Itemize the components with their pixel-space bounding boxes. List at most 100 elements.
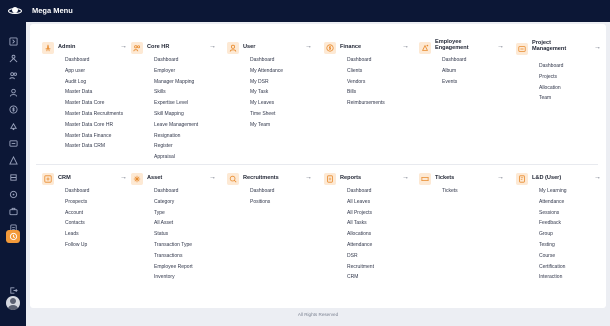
menu-item[interactable]: Sessions [539,210,567,221]
menu-item[interactable]: My Attendance [250,68,283,79]
menu-item[interactable]: App user [65,68,123,79]
arrow-right-icon[interactable]: → [209,43,216,51]
menu-item[interactable]: Master Data CRM [65,143,123,154]
menu-item[interactable]: Attendance [347,242,374,253]
menu-header-project-management[interactable]: Project Management → [512,40,603,57]
menu-item[interactable]: Type [154,210,193,221]
asset-icon[interactable] [6,171,20,184]
menu-item[interactable]: Transaction Type [154,242,193,253]
menu-item[interactable]: Employee Report [154,264,193,275]
menu-item[interactable]: Dashboard [539,63,563,74]
menu-item[interactable]: Allocations [347,231,374,242]
menu-item[interactable]: Team [539,95,563,106]
user-icon[interactable] [6,86,20,99]
arrow-right-icon[interactable]: → [402,43,409,51]
menu-item[interactable]: Album [442,68,466,79]
menu-item[interactable]: Contacts [65,220,89,231]
expand-icon[interactable] [6,35,20,48]
crm-icon[interactable] [6,154,20,167]
menu-item[interactable]: Clients [347,68,385,79]
arrow-right-icon[interactable]: → [120,43,127,51]
menu-item[interactable]: Leave Management [154,122,198,133]
menu-item[interactable]: All Leaves [347,199,374,210]
arrow-right-icon[interactable]: → [305,174,312,182]
menu-header-employee-engagement[interactable]: Employee Engagement → [415,39,506,56]
arrow-right-icon[interactable]: → [497,43,504,51]
menu-item[interactable]: Employer [154,68,198,79]
briefcase-icon[interactable] [6,205,20,218]
menu-header-l-and-d[interactable]: L&D (User) → [512,173,603,187]
menu-item[interactable]: Status [154,231,193,242]
menu-item[interactable]: Dashboard [154,57,198,68]
menu-item[interactable]: Leads [65,231,89,242]
menu-item[interactable]: Dashboard [250,57,283,68]
menu-item[interactable]: My Learning [539,188,567,199]
menu-item[interactable]: Interaction [539,274,567,285]
menu-item[interactable]: Time Sheet [250,111,283,122]
menu-item[interactable]: Feedback [539,220,567,231]
arrow-right-icon[interactable]: → [209,174,216,182]
arrow-right-icon[interactable]: → [594,44,601,52]
avatar[interactable] [6,296,20,310]
arrow-right-icon[interactable]: → [594,174,601,182]
arrow-right-icon[interactable]: → [497,174,504,182]
menu-item[interactable]: Prospects [65,199,89,210]
menu-item[interactable]: Dashboard [65,188,89,199]
menu-item[interactable]: Group [539,231,567,242]
project-icon[interactable] [6,137,20,150]
menu-item[interactable]: Follow Up [65,242,89,253]
menu-item[interactable]: Master Data [65,89,123,100]
mega-menu-icon[interactable] [6,230,20,243]
menu-item[interactable]: Master Data Core [65,100,123,111]
menu-item[interactable]: Attendance [539,199,567,210]
menu-item[interactable]: Resignation [154,133,198,144]
menu-item[interactable]: Appraisal [154,154,198,165]
menu-item[interactable]: Inventory [154,274,193,285]
menu-item[interactable]: All Projects [347,210,374,221]
menu-item[interactable]: Certification [539,264,567,275]
menu-header-asset[interactable]: Asset → [127,173,218,187]
menu-item[interactable]: Dashboard [442,57,466,68]
menu-item[interactable]: Master Data Recruitments [65,111,123,122]
users-icon[interactable] [6,69,20,82]
menu-item[interactable]: Dashboard [347,57,385,68]
menu-header-user[interactable]: User → [223,42,314,56]
menu-item[interactable]: Register [154,143,198,154]
menu-header-core-hr[interactable]: Core HR → [127,42,218,56]
menu-item[interactable]: Transactions [154,253,193,264]
engagement-icon[interactable] [6,120,20,133]
menu-item[interactable]: Account [65,210,89,221]
menu-item[interactable]: Master Data Finance [65,133,123,144]
menu-header-finance[interactable]: Finance → [320,42,411,56]
menu-item[interactable]: Projects [539,74,563,85]
menu-item[interactable]: Category [154,199,193,210]
menu-item[interactable]: Audit Log [65,79,123,90]
menu-item[interactable]: Events [442,79,466,90]
menu-item[interactable]: My Team [250,122,283,133]
menu-header-crm[interactable]: CRM → [38,173,129,187]
arrow-right-icon[interactable]: → [402,174,409,182]
menu-item[interactable]: Course [539,253,567,264]
menu-item[interactable]: All Tasks [347,220,374,231]
dollar-icon[interactable] [6,103,20,116]
menu-item[interactable]: All Asset [154,220,193,231]
menu-item[interactable]: My Task [250,89,283,100]
menu-item[interactable]: Vendors [347,79,385,90]
menu-item[interactable]: Testing [539,242,567,253]
menu-header-recruitments[interactable]: Recruitments → [223,173,314,187]
menu-item[interactable]: Skill Mapping [154,111,198,122]
menu-item[interactable]: CRM [347,274,374,285]
org-icon[interactable] [6,52,20,65]
menu-item[interactable]: Positions [250,199,274,210]
menu-item[interactable]: Manager Mapping [154,79,198,90]
menu-item[interactable]: Bills [347,89,385,100]
menu-item[interactable]: DSR [347,253,374,264]
menu-item[interactable]: My DSR [250,79,283,90]
arrow-right-icon[interactable]: → [305,43,312,51]
menu-item[interactable]: My Leaves [250,100,283,111]
menu-item[interactable]: Dashboard [65,57,123,68]
menu-header-tickets[interactable]: Tickets → [415,173,506,187]
arrow-right-icon[interactable]: → [120,174,127,182]
menu-item[interactable]: Tickets [442,188,458,199]
menu-header-admin[interactable]: Admin → [38,42,129,56]
